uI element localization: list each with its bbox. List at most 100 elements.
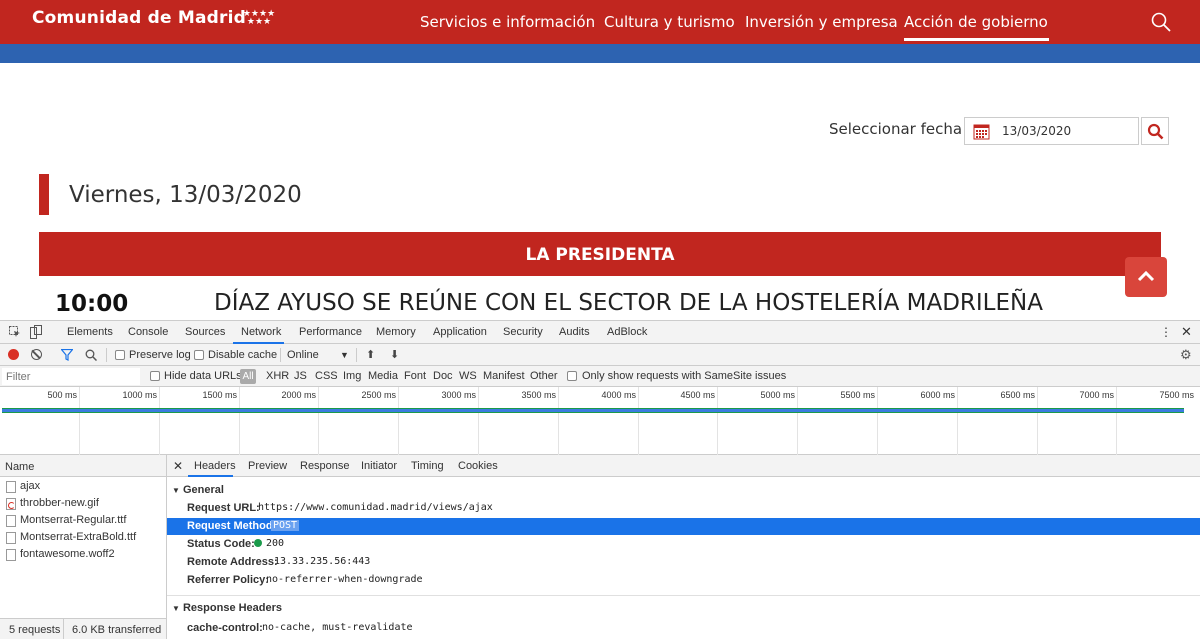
search-icon[interactable] [85,349,97,361]
tab-application[interactable]: Application [433,326,487,338]
tab-sources[interactable]: Sources [185,326,225,338]
page: Comunidad de Madrid ★★★★ ★★★ Servicios e … [0,0,1200,639]
disable-cache-label: Disable cache [208,349,278,361]
tab-preview[interactable]: Preview [248,460,287,472]
tab-timing[interactable]: Timing [411,460,444,472]
list-item[interactable]: throbber-new.gif [0,495,166,512]
record-icon[interactable] [8,349,19,360]
header-value: 13.33.235.56:443 [274,556,371,567]
request-list-header[interactable]: Name [0,455,166,477]
section-band-title: LA PRESIDENTA [525,245,675,265]
tab-memory[interactable]: Memory [376,326,416,338]
timeline-gridline [478,387,479,455]
timeline-tick-label: 4500 ms [680,390,715,400]
filter-css[interactable]: CSS [315,370,338,382]
filter-media[interactable]: Media [368,370,398,382]
tab-headers[interactable]: Headers [194,460,236,472]
tab-initiator[interactable]: Initiator [361,460,397,472]
tab-security[interactable]: Security [503,326,543,338]
details-tabbar: ✕ Headers Preview Response Initiator Tim… [167,455,1200,477]
header-row[interactable]: Remote Address: 13.33.235.56:443 [167,554,1200,571]
tab-adblock[interactable]: AdBlock [607,326,647,338]
section-divider [167,595,1200,596]
tab-audits[interactable]: Audits [559,326,590,338]
date-search-button[interactable] [1141,117,1169,145]
filter-all[interactable]: All [240,369,256,384]
summary-divider [63,619,64,639]
network-timeline[interactable]: 500 ms 1000 ms 1500 ms 2000 ms 2500 ms 3… [0,387,1200,455]
timeline-gridline [79,387,80,455]
list-item[interactable]: Montserrat-Regular.ttf [0,512,166,529]
timeline-gridline [717,387,718,455]
filter-doc[interactable]: Doc [433,370,453,382]
list-item[interactable]: Montserrat-ExtraBold.ttf [0,529,166,546]
filter-input[interactable] [2,368,140,385]
close-icon[interactable]: ✕ [173,459,183,473]
filter-ws[interactable]: WS [459,370,477,382]
file-icon [6,515,16,527]
device-toolbar-icon[interactable] [30,325,42,339]
throttling-select[interactable]: Online [287,349,319,361]
header-row[interactable]: cache-control: no-cache, must-revalidate [167,620,1200,637]
timeline-tick-label: 3000 ms [441,390,476,400]
timeline-tick-label: 2000 ms [281,390,316,400]
event-headline[interactable]: DÍAZ AYUSO SE REÚNE CON EL SECTOR DE LA … [214,290,1043,316]
tab-performance[interactable]: Performance [299,326,362,338]
preserve-log-checkbox[interactable] [115,350,125,360]
timeline-gridline [558,387,559,455]
filter-icon[interactable] [61,349,73,361]
image-file-icon [6,498,16,510]
chevron-up-icon [1137,270,1155,282]
search-icon[interactable] [1151,12,1171,32]
header-row[interactable]: Referrer Policy: no-referrer-when-downgr… [167,572,1200,589]
header-row[interactable]: Request URL: https://www.comunidad.madri… [167,500,1200,517]
file-icon [6,481,16,493]
filter-other[interactable]: Other [530,370,558,382]
more-options-icon[interactable]: ⋮ [1160,325,1172,339]
nav-accion-gobierno[interactable]: Acción de gobierno [904,13,1048,31]
samesite-checkbox[interactable] [567,371,577,381]
list-item[interactable]: fontawesome.woff2 [0,546,166,563]
nav-servicios[interactable]: Servicios e información [420,13,595,31]
timeline-gridline [957,387,958,455]
toolbar-divider [356,348,357,362]
hide-data-urls-checkbox[interactable] [150,371,160,381]
scroll-to-top-button[interactable] [1125,257,1167,297]
list-item[interactable]: ajax [0,478,166,495]
disable-cache-checkbox[interactable] [194,350,204,360]
filter-font[interactable]: Font [404,370,426,382]
header-value: no-cache, must-revalidate [262,622,413,633]
filter-js[interactable]: JS [294,370,307,382]
tab-network[interactable]: Network [241,326,281,338]
nav-inversion[interactable]: Inversión y empresa [745,13,898,31]
filter-manifest[interactable]: Manifest [483,370,525,382]
calendar-icon[interactable] [973,123,990,140]
tab-console[interactable]: Console [128,326,168,338]
date-input[interactable]: 13/03/2020 [964,117,1139,145]
import-har-icon[interactable]: ⬆ [366,348,375,361]
tab-response[interactable]: Response [300,460,350,472]
header-row[interactable]: Status Code: 200 [167,536,1200,553]
header-key: Request Method: [187,520,277,532]
header-row-selected[interactable]: Request Method: POST [167,518,1200,535]
dropdown-arrow-icon: ▼ [340,350,349,360]
nav-cultura[interactable]: Cultura y turismo [604,13,735,31]
inspect-element-icon[interactable] [9,326,21,338]
timeline-tick-label: 6000 ms [920,390,955,400]
response-headers-toggle[interactable]: ▼ Response Headers [172,602,282,614]
tab-cookies[interactable]: Cookies [458,460,498,472]
toolbar-divider [106,348,107,362]
clear-icon[interactable] [31,349,42,360]
site-logo[interactable]: Comunidad de Madrid [32,8,246,28]
export-har-icon[interactable]: ⬇ [390,348,399,361]
filter-img[interactable]: Img [343,370,361,382]
timeline-gridline [318,387,319,455]
close-icon[interactable]: ✕ [1181,324,1192,340]
filter-xhr[interactable]: XHR [266,370,289,382]
tab-elements[interactable]: Elements [67,326,113,338]
preserve-log-label: Preserve log [129,349,191,361]
general-section-toggle[interactable]: ▼ General [172,484,224,496]
request-name: ajax [20,480,41,492]
timeline-request-bar [2,409,1184,412]
gear-icon[interactable]: ⚙ [1180,347,1192,363]
